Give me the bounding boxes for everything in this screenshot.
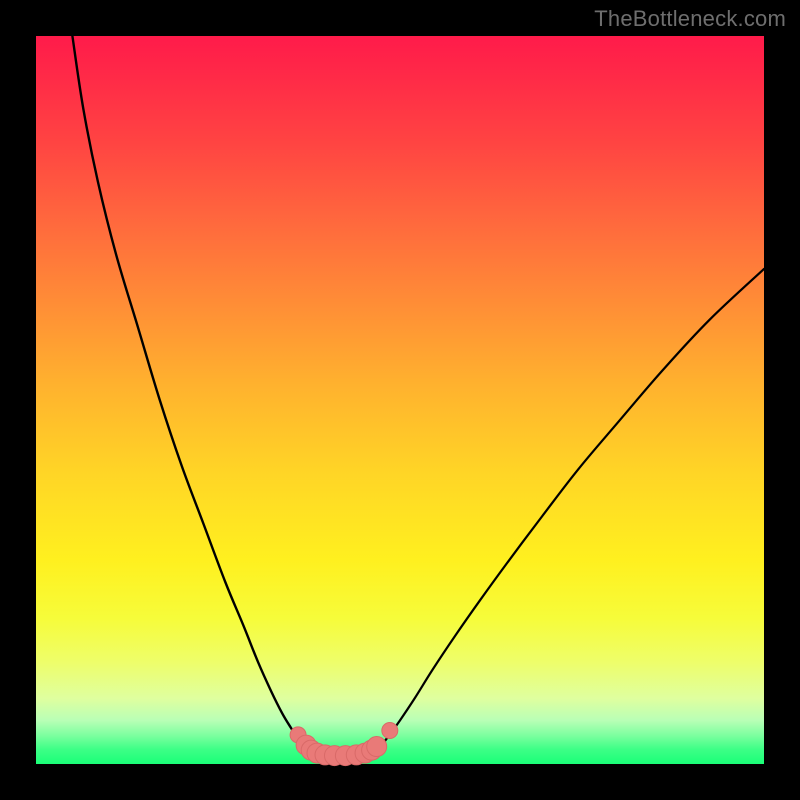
- trough-marker: [382, 723, 398, 739]
- curve-right-branch: [378, 269, 764, 749]
- trough-marker: [367, 737, 387, 757]
- chart-frame: TheBottleneck.com: [0, 0, 800, 800]
- chart-svg: [36, 36, 764, 764]
- watermark-text: TheBottleneck.com: [594, 6, 786, 32]
- curve-left-branch: [72, 36, 309, 749]
- trough-marker-group: [290, 723, 398, 766]
- plot-area: [36, 36, 764, 764]
